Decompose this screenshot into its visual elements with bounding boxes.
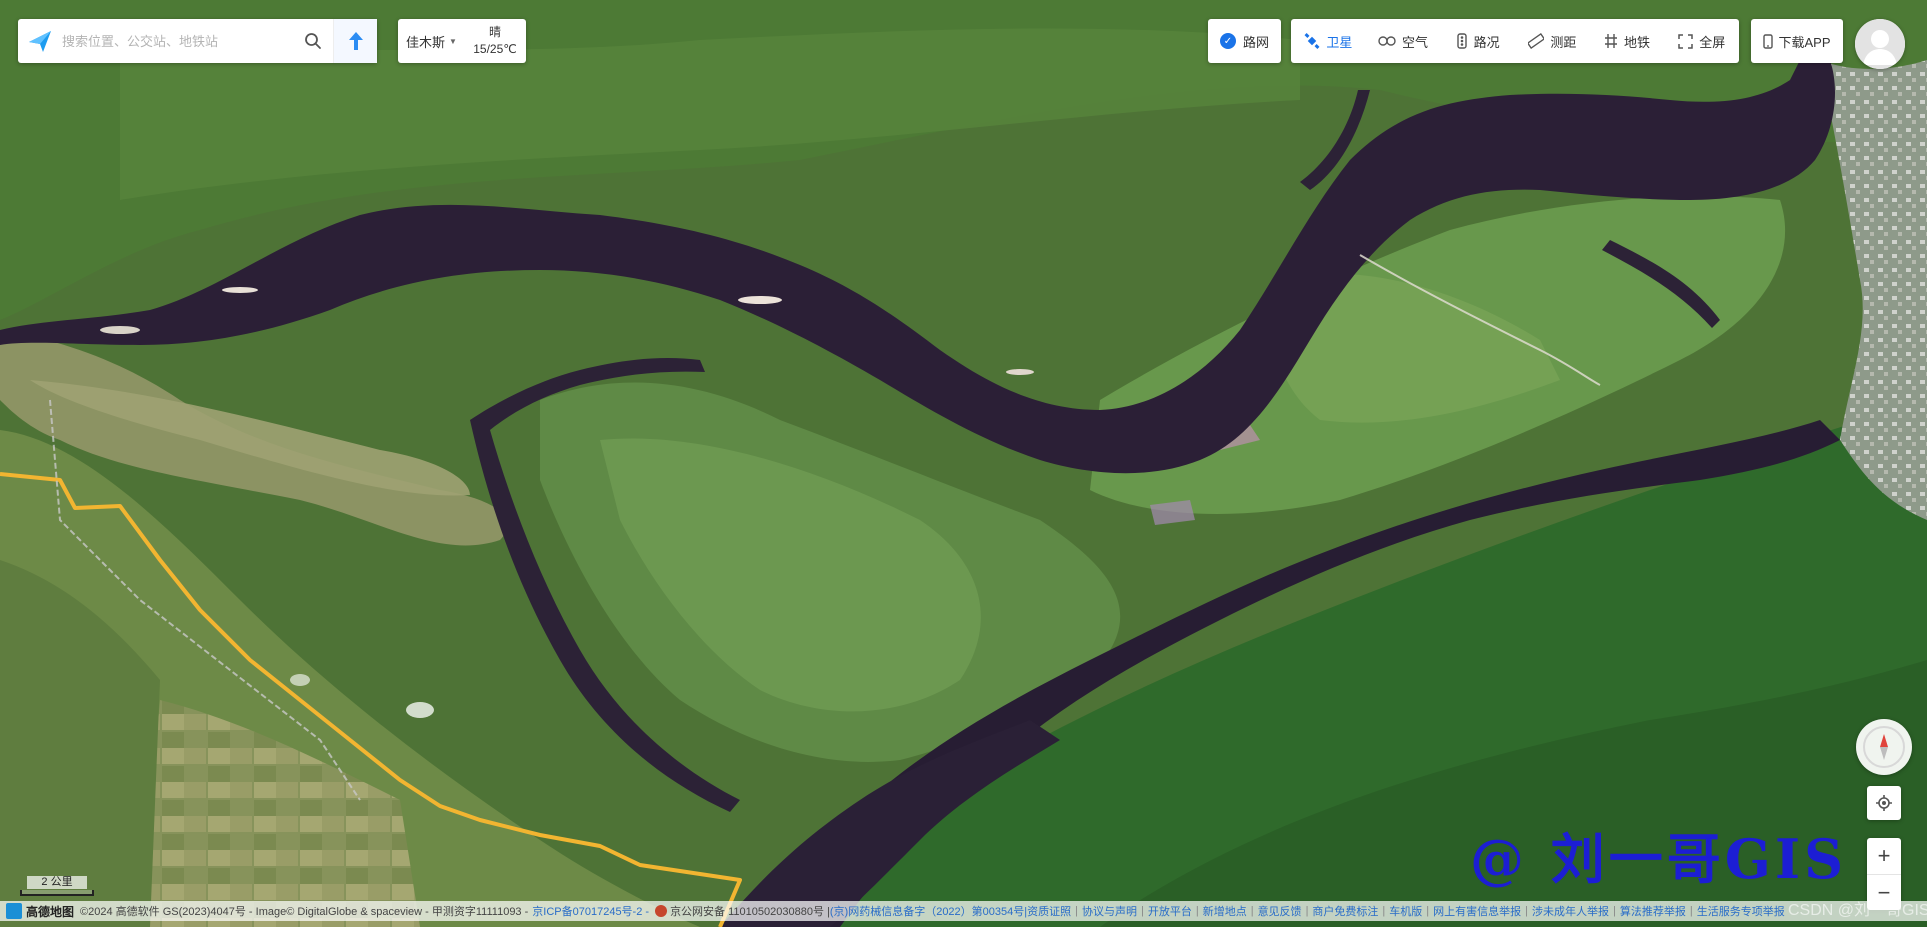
layer-traffic-label: 路况 [1473, 34, 1500, 50]
weather-temperature: 15/25℃ [473, 42, 517, 56]
police-record[interactable]: 京公网安备 11010502030880号 | [670, 903, 830, 919]
footer-link[interactable]: 涉未成年人举报 [1532, 903, 1609, 919]
police-badge-icon [655, 905, 668, 917]
search-icon [305, 33, 321, 49]
copyright-footer: 高德地图 ©2024 高德软件 GS(2023)4047号 - Image© D… [0, 901, 1927, 921]
weather-info: 晴 15/25℃ [464, 24, 526, 58]
amap-brand-label: 高德地图 [26, 904, 75, 919]
user-avatar[interactable] [1855, 19, 1905, 69]
layer-traffic[interactable]: 路况 [1440, 19, 1515, 63]
ruler-icon [1528, 33, 1545, 49]
layer-air-label: 空气 [1402, 34, 1429, 50]
zoom-in-button[interactable]: + [1867, 838, 1901, 874]
search-button[interactable] [293, 19, 333, 63]
footer-link[interactable]: (京)网药械信息备字（2022）第00354号|资质证照 [830, 903, 1071, 919]
layer-satellite[interactable]: 卫星 [1291, 19, 1366, 63]
layer-subway-label: 地铁 [1624, 34, 1651, 50]
footer-link[interactable]: 生活服务专项举报 [1697, 903, 1785, 919]
fullscreen-icon [1678, 33, 1693, 49]
amap-logo-icon [18, 19, 62, 63]
phone-icon [1763, 33, 1774, 49]
footer-link[interactable]: 算法推荐举报 [1620, 903, 1686, 919]
search-input[interactable] [62, 21, 293, 61]
scale-bar-line [20, 890, 94, 896]
author-watermark: @ 刘一哥GIS [1470, 827, 1848, 891]
air-icon [1378, 34, 1396, 48]
footer-link[interactable]: 新增地点 [1203, 903, 1247, 919]
copyright-text: ©2024 高德软件 GS(2023)4047号 - Image© Digita… [80, 906, 529, 918]
download-app-button[interactable]: 下载APP [1751, 19, 1843, 63]
locate-icon [1876, 795, 1892, 811]
compass-icon [1863, 726, 1905, 768]
city-name: 佳木斯 [406, 34, 446, 50]
compass-control[interactable] [1856, 719, 1912, 775]
road-network-label: 路网 [1242, 34, 1269, 50]
locate-button[interactable] [1867, 786, 1901, 820]
weather-widget: 佳木斯 ▼ 晴 15/25℃ [398, 19, 526, 63]
satellite-imagery [0, 0, 1927, 927]
checkmark-icon: ✓ [1219, 33, 1236, 49]
footer-link[interactable]: 协议与声明 [1082, 903, 1137, 919]
footer-link[interactable]: 开放平台 [1148, 903, 1192, 919]
layer-toolbar: 卫星 空气 路况 测距 地铁 全屏 [1291, 19, 1739, 63]
fullscreen-button[interactable]: 全屏 [1664, 19, 1739, 63]
footer-link[interactable]: 网上有害信息举报 [1433, 903, 1521, 919]
layer-satellite-label: 卫星 [1326, 34, 1353, 50]
road-network-toggle[interactable]: ✓ 路网 [1208, 19, 1281, 63]
traffic-light-icon [1456, 33, 1468, 49]
footer-link[interactable]: 车机版 [1389, 903, 1422, 919]
route-planning-button[interactable] [333, 19, 377, 63]
fullscreen-label: 全屏 [1699, 34, 1726, 50]
tool-measure-label: 测距 [1550, 34, 1577, 50]
footer-link[interactable]: 商户免费标注 [1312, 903, 1378, 919]
layer-subway[interactable]: 地铁 [1590, 19, 1665, 63]
route-arrow-icon [348, 32, 363, 50]
caret-down-icon: ▼ [449, 36, 457, 46]
satellite-icon [1304, 33, 1320, 49]
subway-icon [1604, 33, 1618, 49]
weather-condition: 晴 [488, 25, 501, 39]
layer-air[interactable]: 空气 [1366, 19, 1441, 63]
tool-measure[interactable]: 测距 [1515, 19, 1590, 63]
city-selector[interactable]: 佳木斯 ▼ [398, 32, 464, 51]
satellite-map[interactable] [0, 0, 1927, 927]
scale-bar: 2 公里 [20, 876, 94, 896]
download-app-label: 下载APP [1778, 34, 1831, 50]
footer-link[interactable]: 意见反馈 [1258, 903, 1302, 919]
scale-label: 2 公里 [27, 876, 87, 889]
search-panel [18, 19, 377, 63]
amap-brand[interactable]: 高德地图 [0, 903, 80, 920]
user-icon [1855, 19, 1905, 69]
amap-brand-icon [6, 903, 22, 919]
icp-link[interactable]: 京ICP备07017245号-2 - [532, 903, 649, 919]
